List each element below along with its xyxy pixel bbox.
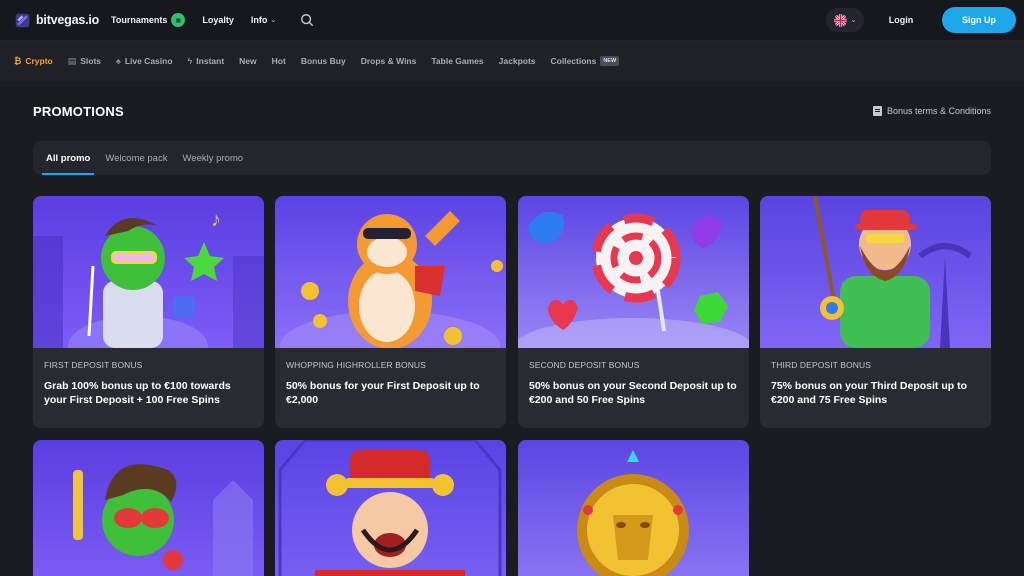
- promo-card-third-deposit[interactable]: THIRD DEPOSIT BONUS 75% bonus on your Th…: [760, 196, 991, 428]
- promo-label: THIRD DEPOSIT BONUS: [771, 360, 871, 370]
- language-selector[interactable]: ⌄: [826, 8, 864, 32]
- signup-button[interactable]: Sign Up: [942, 7, 1016, 33]
- golden-lion-image: [518, 440, 749, 576]
- category-label: Live Casino: [124, 56, 173, 66]
- tiger-character-image: [275, 196, 506, 348]
- uk-flag-icon: [833, 13, 847, 27]
- promo-image: [275, 440, 506, 576]
- chevron-down-icon: ⌄: [270, 17, 277, 24]
- promo-card-first-deposit[interactable]: ♪ FIRST DEPOSIT BONUS Grab 100% bonus up…: [33, 196, 264, 428]
- bonus-terms-link[interactable]: Bonus terms & Conditions: [872, 106, 991, 116]
- promo-tabs: All promo Welcome pack Weekly promo: [33, 141, 991, 175]
- nav-info[interactable]: Info ⌄: [251, 15, 276, 25]
- category-new[interactable]: New: [239, 56, 256, 66]
- category-bar: ₿ Crypto ▤ Slots ♠ Live Casino ϟ Instant…: [0, 41, 1024, 81]
- logo[interactable]: bitvegas.io: [14, 12, 100, 29]
- nav-loyalty-label: Loyalty: [202, 15, 234, 25]
- fisherman-character-image: [760, 196, 991, 348]
- category-label: Jackpots: [498, 56, 536, 66]
- tournament-badge-icon: ▣: [171, 13, 186, 27]
- category-label: Table Games: [431, 56, 484, 66]
- promo-image: [518, 440, 749, 576]
- category-hot[interactable]: Hot: [272, 56, 286, 66]
- promo-description: 50% bonus on your Second Deposit up to €…: [529, 380, 737, 406]
- fortune-god-image: [275, 440, 506, 576]
- promo-image: [275, 196, 506, 348]
- promo-card-second-deposit[interactable]: SECOND DEPOSIT BONUS 50% bonus on your S…: [518, 196, 749, 428]
- promo-image: ♪: [33, 196, 264, 348]
- promo-label: FIRST DEPOSIT BONUS: [44, 360, 143, 370]
- spade-icon: ♠: [116, 56, 121, 66]
- category-label: Drops & Wins: [360, 56, 417, 66]
- nav-loyalty[interactable]: Loyalty: [202, 15, 234, 25]
- candy-lollipop-image: [518, 196, 749, 348]
- category-slots[interactable]: ▤ Slots: [68, 56, 101, 67]
- chevron-down-icon: ⌄: [850, 17, 857, 24]
- category-collections[interactable]: Collections NEW: [551, 56, 620, 66]
- top-nav: Tournaments ▣ Loyalty Info ⌄: [111, 13, 314, 27]
- promo-label: SECOND DEPOSIT BONUS: [529, 360, 640, 370]
- category-instant[interactable]: ϟ Instant: [188, 56, 225, 66]
- category-drops-wins[interactable]: Drops & Wins: [361, 56, 417, 66]
- promo-description: 50% bonus for your First Deposit up to €…: [286, 380, 480, 406]
- promo-description: 75% bonus on your Third Deposit up to €2…: [771, 380, 967, 406]
- frog-guitar-image: [33, 440, 264, 576]
- search-icon[interactable]: [300, 13, 314, 27]
- nav-info-label: Info: [250, 15, 268, 25]
- category-bonus-buy[interactable]: Bonus Buy: [301, 56, 346, 66]
- category-crypto[interactable]: ₿ Crypto: [14, 56, 53, 66]
- category-label: Instant: [196, 56, 225, 66]
- top-bar: bitvegas.io Tournaments ▣ Loyalty Info ⌄: [0, 0, 1024, 41]
- document-icon: [872, 106, 882, 116]
- bitcoin-icon: ₿: [14, 56, 22, 66]
- category-jackpots[interactable]: Jackpots: [499, 56, 536, 66]
- nav-tournaments[interactable]: Tournaments ▣: [111, 13, 186, 27]
- nav-tournaments-label: Tournaments: [111, 15, 168, 25]
- category-label: New: [239, 56, 257, 66]
- category-label: Collections: [550, 56, 597, 66]
- promo-image: [33, 440, 264, 576]
- category-label: Slots: [80, 56, 102, 66]
- promo-card-frog-guitar[interactable]: [33, 440, 264, 576]
- promo-image: [760, 196, 991, 348]
- tab-welcome-pack[interactable]: Welcome pack: [105, 141, 167, 175]
- tab-weekly-promo[interactable]: Weekly promo: [182, 141, 243, 175]
- category-label: Bonus Buy: [300, 56, 346, 66]
- bonus-terms-label: Bonus terms & Conditions: [886, 106, 991, 116]
- lightning-icon: ϟ: [187, 56, 193, 66]
- promo-card-highroller[interactable]: WHOPPING HIGHROLLER BONUS 50% bonus for …: [275, 196, 506, 428]
- promo-label: WHOPPING HIGHROLLER BONUS: [286, 360, 426, 370]
- category-live-casino[interactable]: ♠ Live Casino: [116, 56, 173, 66]
- tab-all-promo[interactable]: All promo: [41, 141, 95, 175]
- frog-character-image: ♪: [33, 196, 264, 348]
- category-label: Crypto: [25, 56, 53, 66]
- new-badge: NEW: [600, 56, 620, 66]
- page-title: PROMOTIONS: [33, 104, 124, 119]
- login-button[interactable]: Login: [870, 8, 932, 32]
- svg-text:♪: ♪: [211, 209, 221, 231]
- logo-icon: [15, 13, 30, 27]
- promo-card-golden-lion[interactable]: [518, 440, 749, 576]
- promo-card-fortune-god[interactable]: [275, 440, 506, 576]
- promo-image: [518, 196, 749, 348]
- category-label: Hot: [271, 56, 286, 66]
- logo-text: bitvegas.io: [36, 13, 100, 27]
- category-table-games[interactable]: Table Games: [431, 56, 483, 66]
- slot-machine-icon: ▤: [67, 55, 77, 66]
- promo-description: Grab 100% bonus up to €100 towards your …: [44, 380, 231, 406]
